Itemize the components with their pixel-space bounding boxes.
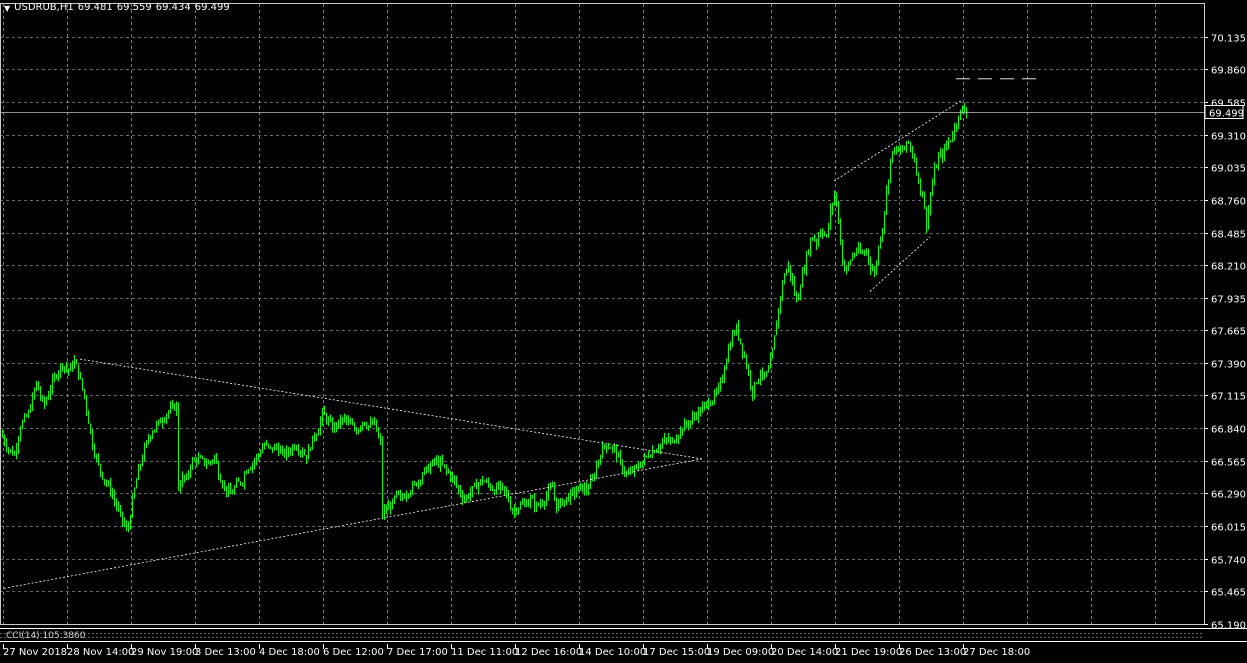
y-tick-label: 69.310	[1211, 132, 1246, 143]
x-tick-label: 4 Dec 18:00	[259, 647, 320, 658]
y-tick-label: 67.935	[1211, 295, 1246, 306]
x-tick-label: 27 Nov 2018	[3, 647, 67, 658]
chart-header: ▼ USDRUB,H1 69.481 69.559 69.434 69.499	[4, 2, 230, 15]
y-tick-label: 65.465	[1211, 588, 1246, 599]
chart-background	[0, 0, 1247, 663]
high-value: 69.559	[116, 2, 152, 13]
y-tick-label: 66.565	[1211, 458, 1246, 469]
cci-indicator-label: CCI(14) 105.3860	[6, 631, 86, 641]
y-tick-label: 68.485	[1211, 230, 1246, 241]
open-value: 69.481	[77, 2, 113, 13]
x-tick-label: 6 Dec 12:00	[323, 647, 384, 658]
y-tick-label: 66.840	[1211, 425, 1246, 436]
y-tick-label: 68.760	[1211, 197, 1246, 208]
x-tick-label: 3 Dec 13:00	[195, 647, 256, 658]
x-tick-label: 29 Nov 19:00	[131, 647, 198, 658]
x-tick-label: 14 Dec 10:00	[579, 647, 646, 658]
y-tick-label: 67.390	[1211, 360, 1246, 371]
y-tick-label: 66.290	[1211, 490, 1246, 501]
x-tick-label: 20 Dec 14:00	[771, 647, 838, 658]
x-tick-label: 21 Dec 19:00	[835, 647, 902, 658]
x-tick-label: 11 Dec 11:00	[451, 647, 518, 658]
x-tick-label: 7 Dec 17:00	[387, 647, 448, 658]
price-chart[interactable]: 70.13569.86069.58569.31069.03568.76068.4…	[0, 0, 1247, 663]
y-tick-label: 65.740	[1211, 556, 1246, 567]
x-tick-label: 12 Dec 16:00	[515, 647, 582, 658]
y-tick-label: 65.190	[1211, 621, 1246, 632]
x-tick-label: 17 Dec 15:00	[643, 647, 710, 658]
current-price-label: 69.499	[1209, 109, 1244, 120]
low-value: 69.434	[155, 2, 191, 13]
menu-triangle-icon[interactable]: ▼	[4, 2, 10, 15]
y-tick-label: 69.860	[1211, 66, 1246, 77]
x-tick-label: 19 Dec 09:00	[707, 647, 774, 658]
y-tick-label: 70.135	[1211, 34, 1246, 45]
x-tick-label: 27 Dec 18:00	[963, 647, 1030, 658]
y-tick-label: 69.035	[1211, 164, 1246, 175]
symbol-label: USDRUB,H1	[14, 2, 74, 13]
y-tick-label: 66.015	[1211, 523, 1246, 534]
close-value: 69.499	[194, 2, 230, 13]
x-tick-label: 28 Nov 14:00	[67, 647, 134, 658]
y-tick-label: 67.115	[1211, 392, 1246, 403]
y-tick-label: 68.210	[1211, 262, 1246, 273]
x-tick-label: 26 Dec 13:00	[899, 647, 966, 658]
y-tick-label: 67.665	[1211, 327, 1246, 338]
